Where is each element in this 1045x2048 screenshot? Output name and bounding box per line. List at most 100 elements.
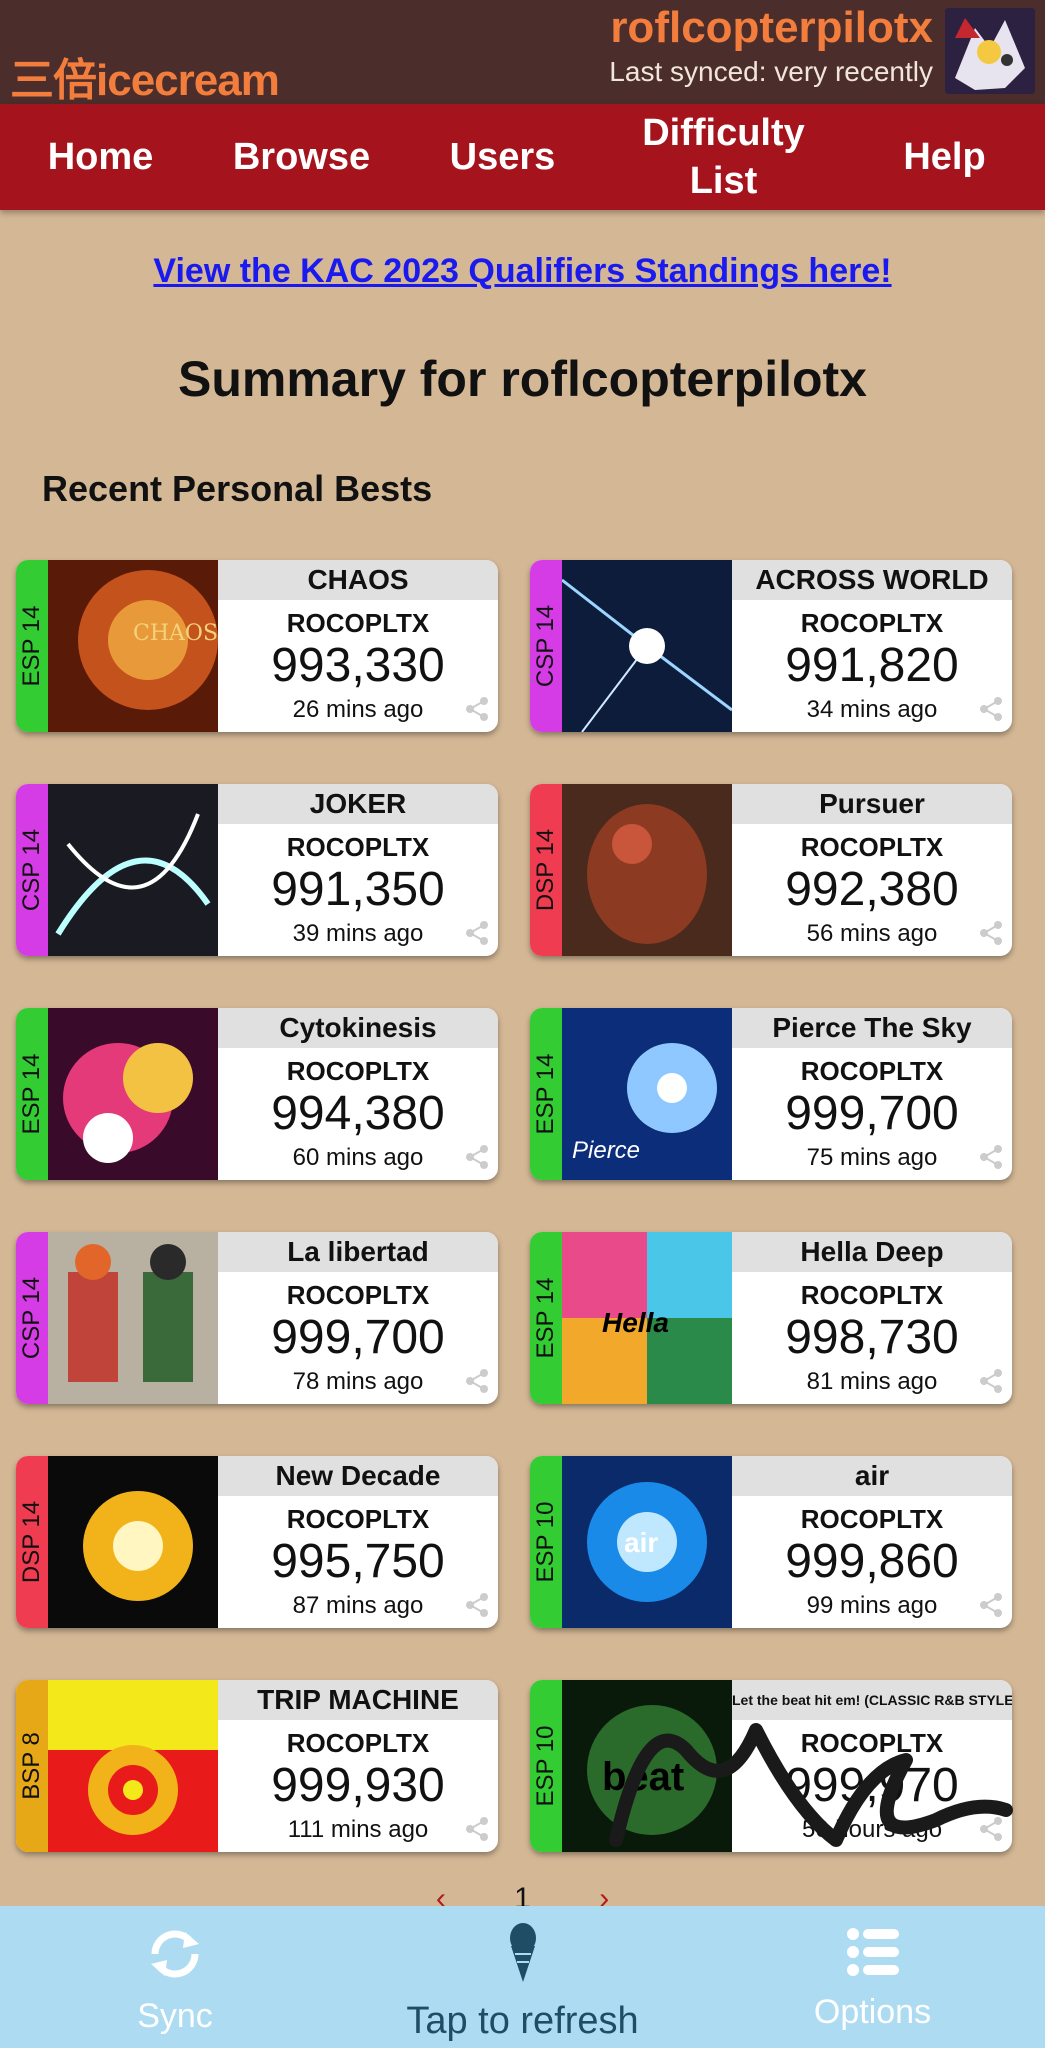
score-value: 992,380 — [785, 863, 959, 916]
nav-home[interactable]: Home — [0, 133, 201, 181]
song-jacket — [48, 1008, 218, 1180]
time-ago: 87 mins ago — [292, 1592, 424, 1619]
score-value: 998,730 — [785, 1311, 959, 1364]
sync-status: Last synced: very recently — [609, 56, 933, 87]
song-title: JOKER — [218, 784, 498, 824]
difficulty-label: DSP 14 — [532, 828, 559, 912]
difficulty-badge: ESP 14 — [530, 1008, 562, 1180]
score-card[interactable]: CSP 14 La libertad ROCOPLTX 999,700 78 m… — [16, 1232, 498, 1404]
share-icon[interactable] — [464, 1144, 490, 1170]
share-icon[interactable] — [464, 1368, 490, 1394]
difficulty-badge: ESP 14 — [16, 560, 48, 732]
song-jacket — [562, 560, 732, 732]
options-button[interactable]: Options — [800, 1926, 945, 2032]
site-logo[interactable]: 三倍icecream — [10, 44, 280, 108]
share-icon[interactable] — [464, 920, 490, 946]
score-card[interactable]: ESP 14 Hella Hella Deep ROCOPLTX 998,730… — [530, 1232, 1012, 1404]
share-icon[interactable] — [978, 1368, 1004, 1394]
song-title: air — [732, 1456, 1012, 1496]
bottom-bar: Sync Tap to refresh Options — [0, 1906, 1045, 2048]
share-icon[interactable] — [978, 920, 1004, 946]
song-jacket — [562, 784, 732, 956]
score-card[interactable]: ESP 14 Pierce Pierce The Sky ROCOPLTX 99… — [530, 1008, 1012, 1180]
difficulty-badge: CSP 14 — [530, 560, 562, 732]
difficulty-label: DSP 14 — [18, 1500, 45, 1584]
difficulty-label: ESP 10 — [532, 1501, 559, 1583]
time-ago: 99 mins ago — [806, 1592, 938, 1619]
difficulty-badge: CSP 14 — [16, 784, 48, 956]
difficulty-label: ESP 14 — [532, 1277, 559, 1359]
score-card[interactable]: CSP 14 ACROSS WORLD ROCOPLTX 991,820 34 … — [530, 560, 1012, 732]
song-title: Pursuer — [732, 784, 1012, 824]
sync-button[interactable]: Sync — [110, 1926, 240, 2036]
difficulty-label: BSP 8 — [18, 1732, 45, 1800]
difficulty-label: CSP 14 — [532, 604, 559, 688]
song-jacket: Pierce — [562, 1008, 732, 1180]
score-value: 991,350 — [271, 863, 445, 916]
song-jacket: CHAOS — [48, 560, 218, 732]
share-icon[interactable] — [978, 1592, 1004, 1618]
score-value: 995,750 — [271, 1535, 445, 1588]
score-value: 999,700 — [271, 1311, 445, 1364]
svg-text:Hella: Hella — [602, 1307, 669, 1338]
user-info: roflcopterpilotx Last synced: very recen… — [609, 4, 933, 92]
song-title: ACROSS WORLD — [732, 560, 1012, 600]
score-card[interactable]: ESP 14 Cytokinesis ROCOPLTX 994,380 60 m… — [16, 1008, 498, 1180]
score-card[interactable]: ESP 10 air air ROCOPLTX 999,860 99 mins … — [530, 1456, 1012, 1628]
score-card[interactable]: DSP 14 Pursuer ROCOPLTX 992,380 56 mins … — [530, 784, 1012, 956]
player-name: ROCOPLTX — [800, 608, 944, 638]
time-ago: 75 mins ago — [806, 1144, 938, 1171]
player-name: ROCOPLTX — [800, 1056, 944, 1086]
difficulty-label: ESP 10 — [532, 1725, 559, 1807]
top-header: 三倍icecream roflcopterpilotx Last synced:… — [0, 0, 1045, 105]
section-title: Recent Personal Bests — [42, 468, 433, 509]
list-icon — [846, 1928, 899, 1976]
time-ago: 111 mins ago — [287, 1816, 429, 1843]
score-value: 999,700 — [785, 1087, 959, 1140]
time-ago: 78 mins ago — [292, 1368, 424, 1395]
refresh-button[interactable]: Tap to refresh — [370, 1922, 675, 2043]
song-jacket: air — [562, 1456, 732, 1628]
score-card[interactable]: DSP 14 New Decade ROCOPLTX 995,750 87 mi… — [16, 1456, 498, 1628]
avatar[interactable] — [945, 8, 1035, 94]
svg-text:Pierce: Pierce — [572, 1137, 640, 1164]
song-title: New Decade — [218, 1456, 498, 1496]
score-card[interactable]: ESP 14 CHAOS CHAOS ROCOPLTX 993,330 26 m… — [16, 560, 498, 732]
score-value: 991,820 — [785, 639, 959, 692]
nav-users[interactable]: Users — [402, 133, 603, 181]
score-card[interactable]: BSP 8 TRIP MACHINE ROCOPLTX 999,930 111 … — [16, 1680, 498, 1852]
share-icon[interactable] — [464, 1816, 490, 1842]
share-icon[interactable] — [978, 696, 1004, 722]
score-value: 994,380 — [271, 1087, 445, 1140]
score-card[interactable]: CSP 14 JOKER ROCOPLTX 991,350 39 mins ag… — [16, 784, 498, 956]
refresh-label: Tap to refresh — [406, 2000, 639, 2042]
difficulty-badge: ESP 14 — [16, 1008, 48, 1180]
share-icon[interactable] — [978, 1144, 1004, 1170]
share-icon[interactable] — [464, 1592, 490, 1618]
icecream-icon — [509, 1923, 536, 1982]
song-jacket — [48, 784, 218, 956]
time-ago: 81 mins ago — [806, 1368, 938, 1395]
page-title: Summary for roflcopterpilotx — [178, 351, 867, 407]
difficulty-label: CSP 14 — [18, 1276, 45, 1360]
difficulty-badge: CSP 14 — [16, 1232, 48, 1404]
time-ago: 34 mins ago — [806, 696, 938, 723]
share-icon[interactable] — [464, 696, 490, 722]
sync-label: Sync — [137, 1997, 213, 2035]
kac-standings-link[interactable]: View the KAC 2023 Qualifiers Standings h… — [153, 252, 891, 290]
song-jacket: Hella — [562, 1232, 732, 1404]
player-name: ROCOPLTX — [286, 1280, 430, 1310]
player-name: ROCOPLTX — [800, 832, 944, 862]
nav-help[interactable]: Help — [844, 133, 1045, 181]
score-value: 993,330 — [271, 639, 445, 692]
difficulty-badge: DSP 14 — [530, 784, 562, 956]
nav-difficulty-list[interactable]: Difficulty List — [603, 109, 844, 205]
player-name: ROCOPLTX — [286, 608, 430, 638]
difficulty-badge: ESP 14 — [530, 1232, 562, 1404]
song-title: Pierce The Sky — [732, 1008, 1012, 1048]
username[interactable]: roflcopterpilotx — [609, 4, 933, 52]
song-jacket — [48, 1456, 218, 1628]
nav-browse[interactable]: Browse — [201, 133, 402, 181]
difficulty-label: CSP 14 — [18, 828, 45, 912]
difficulty-label: ESP 14 — [18, 605, 45, 687]
